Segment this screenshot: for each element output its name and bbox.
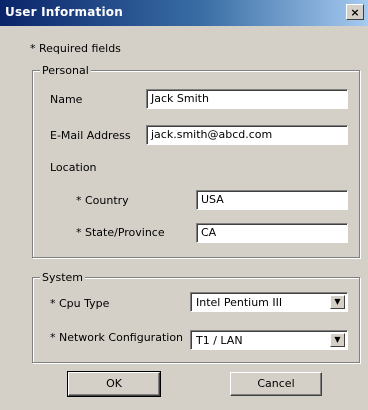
network-configuration-value: T1 / LAN [196, 334, 243, 347]
chevron-down-icon[interactable]: ▼ [330, 333, 345, 347]
close-icon[interactable]: × [346, 4, 364, 20]
location-label: Location [50, 161, 97, 174]
chevron-down-icon[interactable]: ▼ [330, 295, 345, 309]
country-field[interactable]: USA [196, 190, 348, 210]
network-configuration-select[interactable]: T1 / LAN ▼ [190, 330, 348, 350]
state-label: * State/Province [76, 226, 165, 239]
state-field[interactable]: CA [196, 223, 348, 243]
cpu-type-label: * Cpu Type [50, 297, 110, 310]
country-label: * Country [76, 194, 129, 207]
personal-group-label: Personal [40, 64, 91, 77]
system-group [32, 277, 360, 363]
email-label: E-Mail Address [50, 129, 131, 142]
name-label: Name [50, 93, 83, 106]
system-group-label: System [40, 271, 86, 284]
ok-button[interactable]: OK [67, 371, 161, 397]
user-information-dialog: User Information × * Required fields Per… [0, 0, 368, 410]
required-fields-note: * Required fields [30, 42, 121, 55]
network-configuration-label: * Network Configuration [50, 331, 184, 344]
cpu-type-value: Intel Pentium III [196, 296, 283, 309]
cancel-button[interactable]: Cancel [230, 372, 322, 396]
title-bar[interactable]: User Information × [0, 0, 368, 26]
email-field[interactable]: jack.smith@abcd.com [146, 125, 348, 145]
cpu-type-select[interactable]: Intel Pentium III ▼ [190, 292, 348, 312]
name-field[interactable]: Jack Smith [146, 89, 348, 109]
dialog-title: User Information [5, 5, 123, 19]
